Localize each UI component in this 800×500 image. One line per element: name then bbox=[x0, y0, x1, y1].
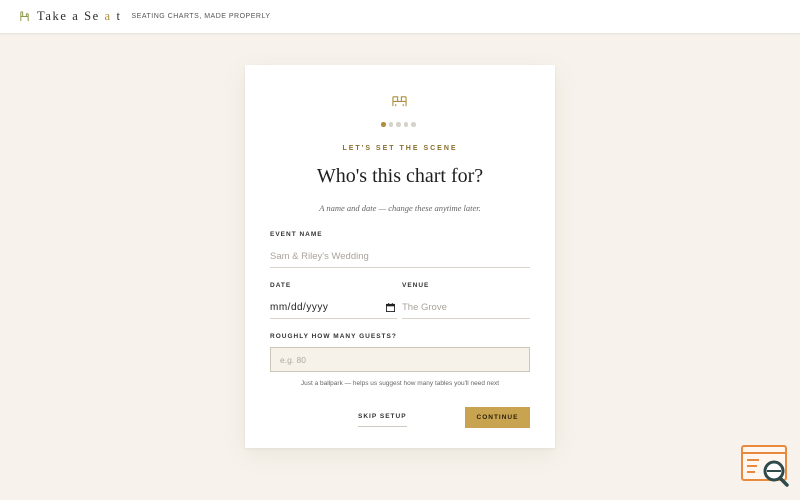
venue-placeholder: The Grove bbox=[402, 302, 447, 313]
venue-label: Venue bbox=[402, 282, 430, 289]
continue-button[interactable]: Continue bbox=[465, 407, 530, 428]
step-dot-3 bbox=[396, 122, 401, 127]
date-input[interactable]: mm/dd/yyyy bbox=[270, 297, 397, 319]
step-dot-5 bbox=[411, 122, 416, 127]
page-subtitle: A name and date — change these anytime l… bbox=[319, 203, 481, 213]
brand-name[interactable]: Take a Se a t bbox=[37, 9, 122, 24]
step-dot-1 bbox=[381, 122, 386, 127]
brand-tagline: Seating Charts, Made Properly bbox=[131, 13, 271, 20]
sofa-icon bbox=[392, 96, 407, 107]
event-name-placeholder: Sam & Riley's Wedding bbox=[270, 251, 369, 262]
guests-label: Roughly How Many Guests? bbox=[270, 333, 397, 340]
step-dot-2 bbox=[388, 122, 393, 127]
guests-placeholder: e.g. 80 bbox=[280, 354, 306, 365]
skip-setup-button[interactable]: Skip Setup bbox=[358, 411, 407, 427]
chair-icon bbox=[20, 11, 29, 22]
step-dot-4 bbox=[403, 122, 408, 127]
date-value: mm/dd/yyyy bbox=[270, 302, 329, 313]
step-indicator bbox=[381, 122, 416, 127]
setup-card: Let's Set the Scene Who's this chart for… bbox=[245, 65, 555, 448]
page-title: Who's this chart for? bbox=[316, 165, 484, 187]
guests-hint: Just a ballpark — helps us suggest how m… bbox=[300, 380, 500, 387]
event-name-label: Event Name bbox=[270, 231, 323, 238]
step-eyebrow: Let's Set the Scene bbox=[342, 145, 458, 152]
calendar-icon[interactable] bbox=[386, 303, 395, 312]
search-window-icon[interactable] bbox=[741, 445, 791, 489]
venue-input[interactable]: The Grove bbox=[402, 297, 530, 319]
event-name-input[interactable]: Sam & Riley's Wedding bbox=[270, 246, 530, 268]
guests-input[interactable]: e.g. 80 bbox=[270, 347, 530, 372]
date-label: Date bbox=[270, 282, 292, 289]
top-bar: Take a Se a t Seating Charts, Made Prope… bbox=[0, 0, 800, 34]
